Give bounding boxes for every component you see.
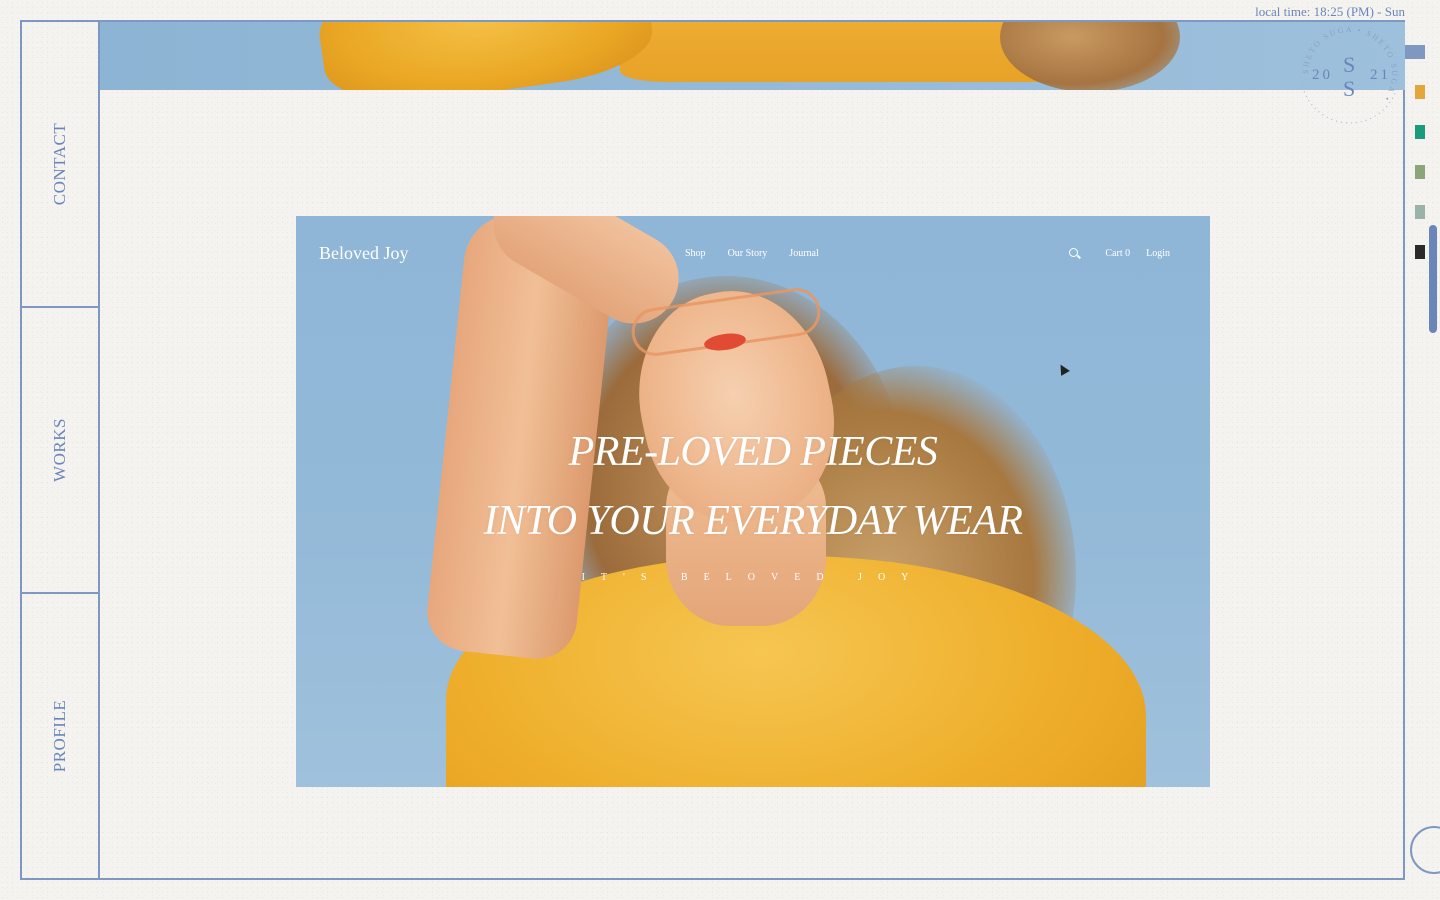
- stamp-year-right: 21: [1370, 67, 1391, 83]
- previous-work-preview[interactable]: [100, 22, 1405, 90]
- sidebar-item-profile[interactable]: PROFILE: [22, 594, 98, 878]
- cart-link[interactable]: Cart 0: [1105, 248, 1130, 259]
- color-swatch[interactable]: [1415, 165, 1425, 179]
- nav-link-shop[interactable]: Shop: [685, 248, 706, 259]
- login-link[interactable]: Login: [1146, 248, 1170, 259]
- work-preview-beloved-joy[interactable]: Beloved Joy Shop Our Story Journal Cart …: [296, 216, 1210, 787]
- sidebar-item-label: WORKS: [50, 418, 69, 482]
- color-swatch[interactable]: [1415, 125, 1425, 139]
- stamp-year-left: 20: [1312, 67, 1333, 83]
- hero-title-line2: INTO YOUR EVERYDAY WEAR: [483, 498, 1023, 544]
- brand-logo[interactable]: Beloved Joy: [319, 243, 409, 264]
- color-swatch[interactable]: [1415, 245, 1425, 259]
- scrollbar-thumb[interactable]: [1429, 225, 1437, 333]
- color-swatches: [1405, 45, 1425, 259]
- stamp-initial-top: S: [1343, 52, 1355, 77]
- nav-link-journal[interactable]: Journal: [789, 248, 818, 259]
- sidebar-item-contact[interactable]: CONTACT: [22, 22, 98, 308]
- circle-button[interactable]: [1410, 826, 1440, 874]
- search-icon[interactable]: [1068, 247, 1081, 260]
- nav-link-our-story[interactable]: Our Story: [728, 248, 768, 259]
- site-nav: Shop Our Story Journal: [685, 248, 819, 259]
- logo-stamp: SHETO SUGA • SHETO SUGA • 20 21 S S: [1300, 24, 1400, 124]
- stamp-initial-bottom: S: [1343, 76, 1355, 101]
- site-header: Beloved Joy Shop Our Story Journal Cart …: [296, 216, 1210, 292]
- color-swatch[interactable]: [1415, 85, 1425, 99]
- sidebar-item-works[interactable]: WORKS: [22, 308, 98, 594]
- header-actions: Cart 0 Login: [1068, 247, 1170, 260]
- photo-sleeve-shape: [312, 22, 658, 90]
- color-swatch[interactable]: [1405, 45, 1425, 59]
- sidebar-nav: CONTACT WORKS PROFILE: [22, 22, 100, 878]
- hero-title-line1: PRE-LOVED PIECES: [568, 429, 938, 475]
- sidebar-item-label: PROFILE: [50, 699, 69, 773]
- local-time: local time: 18:25 (PM) - Sun: [1255, 4, 1405, 19]
- sidebar-item-label: CONTACT: [50, 122, 70, 206]
- color-swatch[interactable]: [1415, 205, 1425, 219]
- hero-subtitle: IT'S BELOVED JOY: [581, 572, 925, 583]
